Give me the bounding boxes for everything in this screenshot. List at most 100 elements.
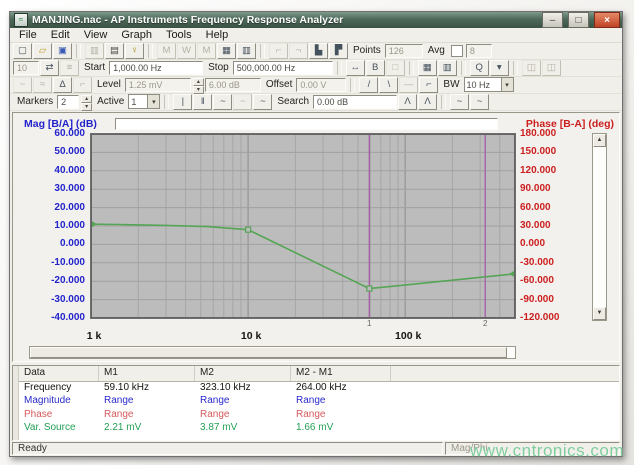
ramp-up-button[interactable]: / — [359, 77, 378, 93]
vertical-scrollbar[interactable]: ▲ ▼ — [592, 133, 607, 321]
menu-tools[interactable]: Tools — [159, 29, 199, 41]
search-field[interactable]: 0.00 dB — [313, 95, 397, 109]
maximize-button[interactable]: □ — [568, 12, 589, 28]
toolbar-separator — [260, 44, 265, 58]
marker-to-trace-button[interactable]: ~ — [213, 94, 232, 110]
level-mv-field[interactable]: 1.25 mV — [125, 78, 191, 92]
search-right-button[interactable]: Λ — [418, 94, 437, 110]
toolbar-separator — [461, 61, 466, 75]
avg-checkbox[interactable] — [451, 45, 463, 57]
toolbar-separator — [513, 61, 518, 75]
marker-place-button[interactable]: | — [173, 94, 192, 110]
grid-style-button[interactable]: ▦ — [418, 60, 437, 76]
spin-up-icon[interactable]: ▴ — [81, 95, 92, 103]
phase-tick-label: 0.000 — [520, 238, 545, 249]
markers-spinner[interactable]: ▴▾ — [81, 95, 92, 108]
ramp-down-button[interactable]: \ — [379, 77, 398, 93]
close-button[interactable]: × — [594, 12, 620, 28]
nyquist-plot-button[interactable]: ▛ — [329, 43, 348, 59]
search-left-button[interactable]: Λ — [398, 94, 417, 110]
frequency-axis-ticks: 1 k10 k100 k — [93, 329, 519, 343]
bode-plot-button[interactable]: ▙ — [309, 43, 328, 59]
open-folder-button[interactable]: ▱ — [33, 43, 52, 59]
horizontal-scrollbar[interactable] — [29, 346, 516, 359]
pan-right-button: ◫ — [542, 60, 561, 76]
table-header-cell: M2 - M1 — [291, 366, 391, 381]
search-label: Search — [277, 96, 309, 107]
graph-dual-button[interactable]: ▥ — [237, 43, 256, 59]
toolbar-separator — [441, 95, 446, 109]
step-size-field[interactable]: 10 — [13, 61, 39, 75]
zoom-button[interactable]: Q — [470, 60, 489, 76]
source-ramp-button[interactable]: Δ — [53, 77, 72, 93]
table-header-row: DataM1M2M2 - M1 — [19, 366, 619, 382]
marker-free-button[interactable]: ~ — [253, 94, 272, 110]
valley-search-button[interactable]: ~ — [470, 94, 489, 110]
avg-field[interactable]: 8 — [466, 44, 492, 58]
bw-select[interactable]: 10 Hz▾ — [464, 77, 514, 92]
toolbar-separator — [148, 44, 153, 58]
graph-single-button[interactable]: ▦ — [217, 43, 236, 59]
menu-file[interactable]: File — [12, 29, 44, 41]
watermark: www.cntronics.com — [470, 441, 624, 461]
horizontal-scroll-thumb[interactable] — [30, 347, 507, 358]
menu-help[interactable]: Help — [199, 29, 236, 41]
menu-edit[interactable]: Edit — [44, 29, 77, 41]
phase-tick-label: 150.000 — [520, 146, 556, 157]
toolbar-row-main: ▢▱▣▥▤♀MWM▦▥⌐¬▙▛Points126Avg8 — [10, 43, 622, 60]
table-row: Frequency59.10 kHz323.10 kHz264.00 kHz — [19, 382, 619, 396]
calibration-key-button[interactable]: ♀ — [125, 43, 144, 59]
plot-area[interactable]: 12 — [90, 133, 516, 329]
level-spinner[interactable]: ▴▾ — [193, 78, 204, 91]
scroll-up-icon[interactable]: ▲ — [593, 134, 606, 147]
phase-tick-label: -120.000 — [520, 312, 559, 323]
peak-search-button[interactable]: ~ — [450, 94, 469, 110]
avg-label: Avg — [428, 45, 445, 56]
axis-option-alt-button: ¬ — [289, 43, 308, 59]
table-header-cell: M2 — [195, 366, 291, 381]
vertical-scroll-track[interactable] — [593, 147, 606, 307]
mag-tick-label: -10.000 — [51, 257, 85, 268]
level-resume-button[interactable]: ⌐ — [419, 77, 438, 93]
points-field[interactable]: 126 — [385, 44, 423, 58]
menu-graph[interactable]: Graph — [114, 29, 159, 41]
offset-field[interactable]: 0.00 V — [296, 78, 346, 92]
stop-frequency-field[interactable]: 500,000.00 Hz — [233, 61, 333, 75]
mag-tick-label: -30.000 — [51, 294, 85, 305]
table-header-cell: Data — [19, 366, 99, 381]
level-db-field[interactable]: 6.00 dB — [205, 78, 261, 92]
toolbar-separator — [164, 95, 169, 109]
chevron-down-icon[interactable]: ▾ — [501, 78, 513, 91]
sweep-direction-button[interactable]: ⇄ — [40, 60, 59, 76]
spin-down-icon[interactable]: ▾ — [81, 103, 92, 111]
toolbar-row-source: ~≈Δ⌐Level1.25 mV▴▾6.00 dBOffset0.00 V/\—… — [10, 77, 622, 94]
active-marker-select-value: 1 — [129, 97, 147, 107]
save-button[interactable]: ▣ — [53, 43, 72, 59]
source-step-button: ≈ — [33, 77, 52, 93]
print-button[interactable]: ▤ — [105, 43, 124, 59]
active-label: Active — [97, 96, 124, 107]
menu-view[interactable]: View — [77, 29, 115, 41]
table-cell: 3.87 mV — [195, 422, 291, 436]
start-frequency-field[interactable]: 1,000.00 Hz — [109, 61, 203, 75]
full-span-button[interactable]: ↔ — [346, 60, 365, 76]
axes-setup-button[interactable]: B — [366, 60, 385, 76]
marker-pair-button[interactable]: ‖ — [193, 94, 212, 110]
scroll-down-icon[interactable]: ▼ — [593, 307, 606, 320]
table-cell: Range — [195, 395, 291, 409]
active-marker-select[interactable]: 1▾ — [128, 94, 160, 109]
new-file-button[interactable]: ▢ — [13, 43, 32, 59]
marker-table-area: DataM1M2M2 - M1 Frequency59.10 kHz323.10… — [10, 362, 622, 441]
graph-panel: Mag [B/A] (dB) Phase [B-A] (deg) 60.0005… — [12, 112, 620, 362]
grid-style-alt-button[interactable]: ▥ — [438, 60, 457, 76]
toolbar-separator — [350, 78, 355, 92]
mag-tick-label: 0.000 — [60, 238, 85, 249]
zoom-dropdown-button[interactable]: ▾ — [490, 60, 509, 76]
spin-up-icon[interactable]: ▴ — [193, 78, 204, 86]
mag-tick-label: 40.000 — [54, 165, 85, 176]
minimize-button[interactable]: – — [542, 12, 563, 28]
chevron-down-icon[interactable]: ▾ — [147, 95, 159, 108]
table-row-label: Phase — [19, 409, 99, 423]
markers-count-field[interactable]: 2 — [57, 95, 79, 109]
table-cell: Range — [291, 395, 391, 409]
